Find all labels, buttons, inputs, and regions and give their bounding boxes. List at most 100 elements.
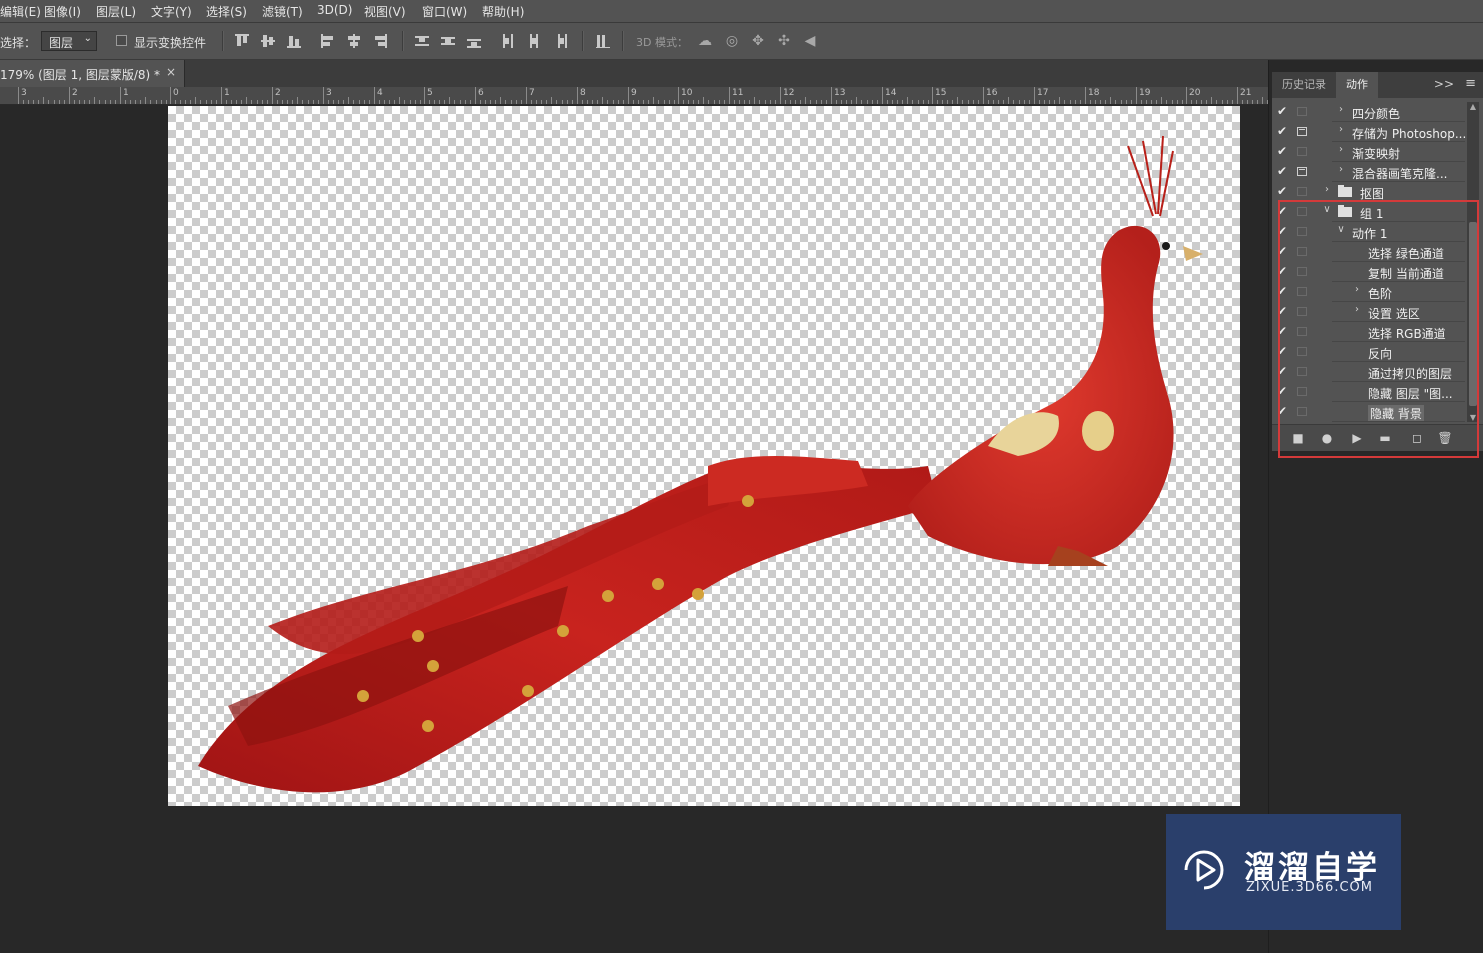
ruler-minor-tick (749, 100, 750, 104)
auto-align-icon[interactable] (595, 33, 611, 49)
ruler-minor-tick (739, 100, 740, 104)
roll-3d-icon[interactable]: ◎ (724, 33, 740, 49)
options-bar: 选择： 图层 ⌄ 显示变换控件 3D 模式： ☁ ◎ ✥ ✣ ◀ (0, 23, 1483, 60)
ruler-minor-tick (765, 100, 766, 104)
layer-select-dropdown[interactable]: 图层 ⌄ (41, 31, 97, 51)
toggle-item-checkmark-icon[interactable]: ✔ (1276, 124, 1288, 138)
ruler-minor-tick (1064, 100, 1065, 104)
ruler-minor-tick (1191, 100, 1192, 104)
toggle-dialog-icon[interactable] (1297, 147, 1307, 156)
ruler-label: 16 (986, 88, 998, 98)
menu-3d[interactable]: 3D(D) (317, 3, 352, 17)
tab-history[interactable]: 历史记录 (1272, 72, 1336, 98)
menu-select[interactable]: 选择(S) (206, 3, 247, 20)
toggle-dialog-icon[interactable] (1297, 167, 1307, 176)
ruler-minor-tick (105, 100, 106, 104)
action-row[interactable]: ✔ › 存储为 Photoshop... (1272, 122, 1466, 142)
orbit-3d-icon[interactable]: ☁ (697, 33, 713, 49)
play-logo-icon (1184, 850, 1224, 890)
ruler-minor-tick (28, 100, 29, 104)
document-tab[interactable]: 179% (图层 1, 图层蒙版/8) * × (0, 60, 185, 87)
ruler-minor-tick (465, 100, 466, 104)
menu-window[interactable]: 窗口(W) (422, 3, 467, 20)
menu-help[interactable]: 帮助(H) (482, 3, 524, 20)
panel-menu-icon[interactable]: ≡ (1465, 76, 1476, 91)
toggle-item-checkmark-icon[interactable]: ✔ (1276, 104, 1288, 118)
ruler-minor-tick (892, 100, 893, 104)
distribute-right-icon[interactable] (552, 33, 568, 49)
chevron-right-icon[interactable]: › (1336, 144, 1346, 155)
action-row[interactable]: ✔ › 渐变映射 (1272, 142, 1465, 162)
close-icon[interactable]: × (166, 65, 176, 79)
ruler-minor-tick (816, 100, 817, 104)
action-row[interactable]: ✔ › 四分颜色 (1272, 102, 1465, 122)
toggle-dialog-icon[interactable] (1297, 127, 1307, 136)
align-top-icon[interactable] (234, 33, 250, 49)
ruler-minor-tick (1216, 100, 1217, 104)
ruler-minor-tick (1013, 100, 1014, 104)
document-canvas[interactable] (168, 106, 1240, 806)
chevron-right-icon[interactable]: › (1336, 164, 1346, 175)
ruler-minor-tick (94, 97, 95, 104)
ruler-minor-tick (1227, 100, 1228, 104)
menu-filter[interactable]: 滤镜(T) (262, 3, 303, 20)
ruler-minor-tick (1146, 100, 1147, 104)
ruler-minor-tick (1247, 100, 1248, 104)
ruler-minor-tick (674, 100, 675, 104)
ruler-minor-tick (597, 100, 598, 104)
show-transform-checkbox[interactable] (116, 35, 127, 46)
scroll-up-icon[interactable]: ▲ (1467, 102, 1479, 111)
ruler-minor-tick (790, 100, 791, 104)
ruler-label: 12 (783, 88, 795, 98)
distribute-bottom-icon[interactable] (466, 33, 482, 49)
ruler-major-tick (374, 87, 375, 104)
ruler-minor-tick (826, 100, 827, 104)
ruler-major-tick (272, 87, 273, 104)
distribute-left-icon[interactable] (500, 33, 516, 49)
ruler-minor-tick (587, 100, 588, 104)
slide-3d-icon[interactable]: ✣ (776, 33, 792, 49)
menu-view[interactable]: 视图(V) (364, 3, 406, 20)
menu-image[interactable]: 图像(I) (44, 3, 81, 20)
ruler-major-tick (1085, 87, 1086, 104)
chevron-right-icon[interactable]: › (1336, 104, 1346, 115)
ruler-major-tick (69, 87, 70, 104)
chevron-right-icon[interactable]: › (1322, 184, 1332, 195)
ruler-minor-tick (669, 100, 670, 104)
toggle-dialog-icon[interactable] (1297, 107, 1307, 116)
horizontal-ruler: 3 2 1 0 1 2 3 4 5 6 7 8 9 10 11 12 13 14 15 16 17 18 19 20 21 (0, 87, 1268, 105)
align-bottom-icon[interactable] (286, 33, 302, 49)
ruler-minor-tick (74, 100, 75, 104)
align-right-icon[interactable] (372, 33, 388, 49)
ruler-minor-tick (364, 100, 365, 104)
menu-edit[interactable]: 编辑(E) (0, 3, 41, 20)
toggle-dialog-icon[interactable] (1297, 187, 1307, 196)
ruler-minor-tick (521, 100, 522, 104)
ruler-minor-tick (110, 100, 111, 104)
menu-layer[interactable]: 图层(L) (96, 3, 136, 20)
distribute-vcenter-icon[interactable] (440, 33, 456, 49)
align-hcenter-icon[interactable] (346, 33, 362, 49)
menu-type[interactable]: 文字(Y) (151, 3, 192, 20)
ruler-minor-tick (1206, 100, 1207, 104)
distribute-hcenter-icon[interactable] (526, 33, 542, 49)
toggle-item-checkmark-icon[interactable]: ✔ (1276, 144, 1288, 158)
ruler-minor-tick (988, 100, 989, 104)
ruler-label: 1 (224, 88, 230, 98)
toggle-item-checkmark-icon[interactable]: ✔ (1276, 164, 1288, 178)
collapse-panel-icon[interactable]: >> (1434, 77, 1454, 91)
ruler-minor-tick (48, 100, 49, 104)
ruler-minor-tick (348, 97, 349, 104)
tab-actions[interactable]: 动作 (1336, 72, 1378, 98)
align-left-icon[interactable] (320, 33, 336, 49)
ruler-minor-tick (556, 100, 557, 104)
drag-3d-icon[interactable]: ✥ (750, 33, 766, 49)
toggle-item-checkmark-icon[interactable]: ✔ (1276, 184, 1288, 198)
action-row[interactable]: ✔ › 抠图 (1272, 182, 1465, 202)
align-vcenter-icon[interactable] (260, 33, 276, 49)
scale-3d-icon[interactable]: ◀ (802, 33, 818, 49)
action-row[interactable]: ✔ › 混合器画笔克隆... (1272, 162, 1465, 182)
chevron-right-icon[interactable]: › (1336, 124, 1346, 135)
ruler-minor-tick (698, 100, 699, 104)
distribute-top-icon[interactable] (414, 33, 430, 49)
